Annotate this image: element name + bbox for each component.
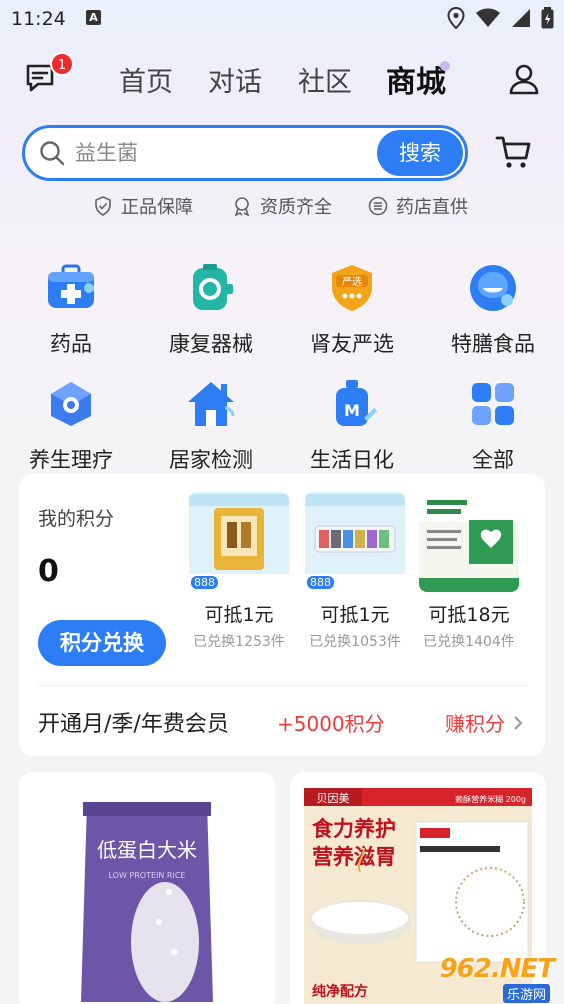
earn-points-link[interactable]: 赚积分 xyxy=(445,708,523,737)
battery-icon xyxy=(541,7,554,29)
medicine-kit-icon xyxy=(48,264,94,308)
special-food-icon xyxy=(470,265,516,311)
search-button[interactable]: 搜索 xyxy=(377,130,463,176)
earn-points-label: 赚积分 xyxy=(445,712,505,736)
category-daily-care[interactable]: M 生活日化 xyxy=(282,378,422,478)
category-home-test[interactable]: 居家检测 xyxy=(141,378,281,478)
category-label: 养生理疗 xyxy=(29,448,113,472)
cereal-tagline: 纯净配方 xyxy=(312,983,368,1000)
profile-button[interactable] xyxy=(507,62,541,96)
therapy-icon xyxy=(51,382,91,426)
points-product[interactable]: 可抵18元 已兑换1404件 xyxy=(419,492,519,651)
selected-badge-icon: 严选 xyxy=(332,265,372,311)
product-badge: 888 xyxy=(307,576,334,589)
search-bar: 搜索 xyxy=(22,125,468,181)
rice-subtitle: LOW PROTEIN RICE xyxy=(109,871,186,880)
tab-dialog[interactable]: 对话 xyxy=(208,60,262,99)
cereal-spec: 赖酥营养米糊 200g xyxy=(455,794,526,804)
product-image: 888 xyxy=(189,492,289,592)
product-price: 可抵1元 xyxy=(204,604,274,626)
cereal-brand: 贝因美 xyxy=(317,792,350,805)
product-sold: 已兑换1053件 xyxy=(309,634,401,650)
category-rehab[interactable]: 康复器械 xyxy=(141,262,281,362)
tab-community[interactable]: 社区 xyxy=(298,60,352,99)
booklet-image xyxy=(419,492,519,592)
pharmacy-icon xyxy=(368,196,388,216)
product-badge: 888 xyxy=(191,576,218,589)
category-label: 生活日化 xyxy=(310,448,394,472)
search-input[interactable] xyxy=(75,138,355,168)
cart-button[interactable] xyxy=(495,133,533,171)
points-exchange-button[interactable]: 积分兑换 xyxy=(38,620,166,666)
top-nav: 1 首页 对话 社区 商城 xyxy=(0,52,564,108)
membership-text[interactable]: 开通月/季/年费会员 xyxy=(38,706,229,738)
daily-care-icon: M xyxy=(336,380,377,426)
product-price: 可抵1元 xyxy=(320,604,390,626)
product-price: 可抵18元 xyxy=(428,604,510,626)
category-special-food[interactable]: 特膳食品 xyxy=(423,262,563,362)
home-test-icon xyxy=(188,382,235,426)
category-selected[interactable]: 严选 肾友严选 xyxy=(282,262,422,362)
category-label: 康复器械 xyxy=(169,332,253,356)
grid-all-icon xyxy=(472,383,514,425)
category-label: 药品 xyxy=(50,332,92,356)
rice-title: 低蛋白大米 xyxy=(97,838,197,862)
guarantee-label: 正品保障 xyxy=(121,197,193,218)
membership-bonus: +5000积分 xyxy=(277,712,385,736)
category-label: 肾友严选 xyxy=(310,332,394,356)
points-title: 我的积分 xyxy=(38,508,115,530)
medal-icon xyxy=(234,197,250,216)
status-bar: 11:24 A xyxy=(0,0,564,38)
rehab-device-icon xyxy=(193,264,233,310)
active-tab-dot xyxy=(440,61,450,71)
status-time: 11:24 xyxy=(11,8,66,30)
signal-icon xyxy=(512,9,530,27)
category-therapy[interactable]: 养生理疗 xyxy=(1,378,141,478)
cart-icon xyxy=(495,136,531,168)
category-label: 居家检测 xyxy=(169,448,253,472)
guarantee-strip: 正品保障 资质齐全 药店直供 xyxy=(0,193,564,219)
notification-a-icon: A xyxy=(86,10,101,25)
chevron-right-icon xyxy=(514,715,523,730)
divider xyxy=(38,685,526,686)
category-label: 全部 xyxy=(472,448,514,472)
points-product[interactable]: 888 可抵1元 已兑换1253件 xyxy=(189,492,289,651)
svg-text:M: M xyxy=(344,401,360,420)
guarantee-label: 药店直供 xyxy=(396,197,468,218)
product-image xyxy=(419,492,519,592)
product-image: 888 xyxy=(305,492,405,592)
guarantee-authentic: 正品保障 xyxy=(93,193,193,219)
cereal-headline-1: 食力养护 xyxy=(312,817,396,841)
tab-home[interactable]: 首页 xyxy=(119,60,173,99)
product-sold: 已兑换1404件 xyxy=(423,634,515,650)
wifi-icon xyxy=(476,8,500,27)
watermark-logo: 962.NET xyxy=(439,954,555,984)
points-value: 0 xyxy=(38,554,59,589)
low-protein-rice-image: 低蛋白大米 LOW PROTEIN RICE xyxy=(19,772,275,1004)
search-icon xyxy=(40,141,65,166)
category-all[interactable]: 全部 xyxy=(423,378,563,478)
guarantee-pharmacy: 药店直供 xyxy=(368,193,468,219)
tab-mall[interactable]: 商城 xyxy=(386,57,446,101)
points-product[interactable]: 888 可抵1元 已兑换1053件 xyxy=(305,492,405,651)
user-icon xyxy=(509,64,539,95)
shield-check-icon xyxy=(95,196,111,216)
category-medicine[interactable]: 药品 xyxy=(1,262,141,362)
feed-card-rice[interactable]: 低蛋白大米 LOW PROTEIN RICE xyxy=(19,772,275,1004)
product-sold: 已兑换1253件 xyxy=(193,634,285,650)
cereal-headline-2: 营养滋胃 xyxy=(312,845,396,869)
guarantee-label: 资质齐全 xyxy=(260,197,332,218)
watermark-sub: 乐游网 xyxy=(502,984,550,1003)
svg-text:严选: 严选 xyxy=(342,275,362,288)
guarantee-qualified: 资质齐全 xyxy=(232,193,332,219)
message-badge: 1 xyxy=(50,52,74,76)
location-icon xyxy=(447,7,465,29)
category-label: 特膳食品 xyxy=(451,332,535,356)
points-card: 我的积分 0 积分兑换 888 可抵1元 已兑换1253件 888 可抵1元 已… xyxy=(19,474,545,756)
